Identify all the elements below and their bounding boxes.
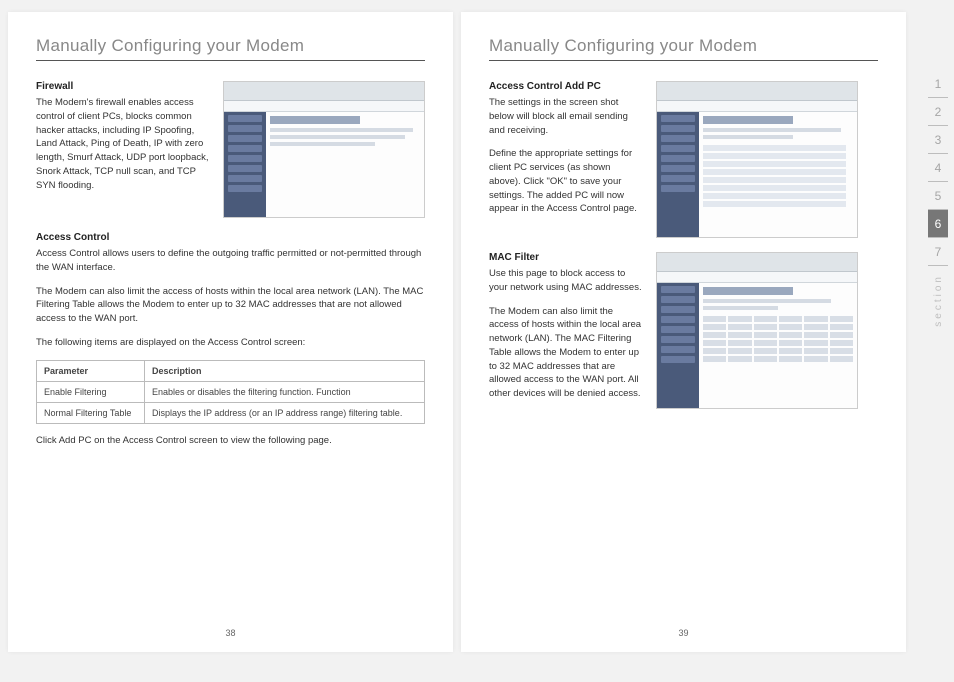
access-control-p3: The following items are displayed on the… bbox=[36, 336, 425, 350]
access-control-after: Click Add PC on the Access Control scree… bbox=[36, 434, 425, 448]
access-control-p2: The Modem can also limit the access of h… bbox=[36, 285, 425, 326]
desc-cell: Enables or disables the filtering functi… bbox=[145, 381, 425, 402]
nav-slot-2[interactable]: 2 bbox=[928, 98, 948, 126]
access-control-head: Access Control bbox=[36, 232, 425, 243]
page-number: 39 bbox=[461, 628, 906, 638]
macfilter-p1: Use this page to block access to your ne… bbox=[489, 267, 644, 295]
nav-slot-7[interactable]: 7 bbox=[928, 238, 948, 266]
firewall-body: The Modem's firewall enables access cont… bbox=[36, 96, 211, 192]
nav-label: section bbox=[933, 274, 944, 327]
firewall-block: Firewall The Modem's firewall enables ac… bbox=[36, 81, 425, 218]
desc-cell: Displays the IP address (or an IP addres… bbox=[145, 402, 425, 423]
page-left: Manually Configuring your Modem Firewall… bbox=[8, 12, 453, 652]
page-number: 38 bbox=[8, 628, 453, 638]
param-table: Parameter Description Enable Filtering E… bbox=[36, 360, 425, 424]
param-cell: Normal Filtering Table bbox=[37, 402, 145, 423]
table-row: Enable Filtering Enables or disables the… bbox=[37, 381, 425, 402]
title-rule bbox=[489, 60, 878, 61]
nav-slot-1[interactable]: 1 bbox=[928, 70, 948, 98]
addpc-p1: The settings in the screen shot below wi… bbox=[489, 96, 644, 137]
description-header: Description bbox=[145, 360, 425, 381]
access-control-p1: Access Control allows users to define th… bbox=[36, 247, 425, 275]
section-nav: 1 2 3 4 5 6 7 section bbox=[928, 70, 948, 327]
param-header: Parameter bbox=[37, 360, 145, 381]
macfilter-screenshot bbox=[656, 252, 858, 409]
macfilter-head: MAC Filter bbox=[489, 252, 644, 263]
page-spread: Manually Configuring your Modem Firewall… bbox=[0, 0, 954, 682]
macfilter-block: MAC Filter Use this page to block access… bbox=[489, 252, 878, 411]
page-title: Manually Configuring your Modem bbox=[489, 36, 878, 56]
addpc-screenshot bbox=[656, 81, 858, 238]
title-rule bbox=[36, 60, 425, 61]
nav-slot-3[interactable]: 3 bbox=[928, 126, 948, 154]
table-row: Normal Filtering Table Displays the IP a… bbox=[37, 402, 425, 423]
param-cell: Enable Filtering bbox=[37, 381, 145, 402]
page-right: Manually Configuring your Modem Access C… bbox=[461, 12, 906, 652]
page-title: Manually Configuring your Modem bbox=[36, 36, 425, 56]
addpc-head: Access Control Add PC bbox=[489, 81, 644, 92]
nav-slot-6[interactable]: 6 bbox=[928, 210, 948, 238]
firewall-screenshot bbox=[223, 81, 425, 218]
addpc-p2: Define the appropriate settings for clie… bbox=[489, 147, 644, 216]
macfilter-p2: The Modem can also limit the access of h… bbox=[489, 305, 644, 401]
nav-slot-5[interactable]: 5 bbox=[928, 182, 948, 210]
firewall-head: Firewall bbox=[36, 81, 211, 92]
table-header-row: Parameter Description bbox=[37, 360, 425, 381]
addpc-block: Access Control Add PC The settings in th… bbox=[489, 81, 878, 238]
nav-slot-4[interactable]: 4 bbox=[928, 154, 948, 182]
